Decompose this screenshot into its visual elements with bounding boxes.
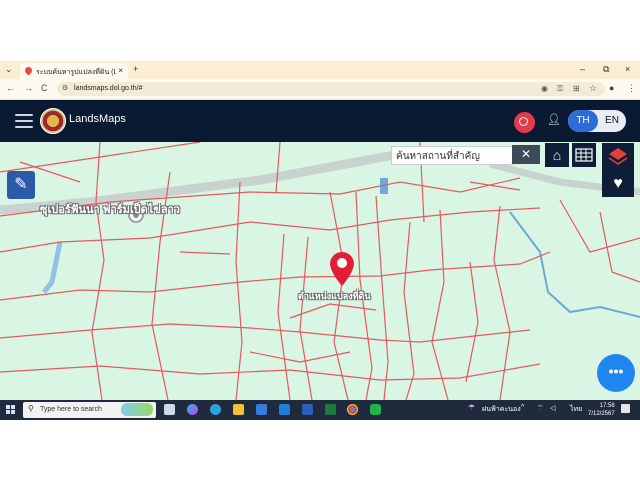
grid-layer-button[interactable] bbox=[572, 143, 596, 167]
search-highlight-image bbox=[121, 403, 153, 416]
more-options-button[interactable]: ••• bbox=[597, 354, 635, 392]
new-tab-button[interactable]: + bbox=[133, 64, 138, 74]
close-window-button[interactable]: × bbox=[625, 64, 630, 74]
file-explorer-icon[interactable] bbox=[233, 404, 244, 415]
map-pin-favicon-icon bbox=[23, 65, 34, 76]
browser-toolbar: ← → C ⚙ landsmaps.dol.go.th/# ◉ ⚿ ⊞ ☆ ● … bbox=[0, 79, 640, 100]
clock-time: 17:58 bbox=[599, 403, 615, 409]
lang-en-option[interactable]: EN bbox=[598, 110, 626, 132]
profile-icon[interactable]: ● bbox=[609, 83, 614, 93]
heart-icon: ♥ bbox=[613, 175, 623, 192]
measure-tools-button[interactable]: ✎ bbox=[7, 171, 35, 199]
address-bar[interactable]: ⚙ landsmaps.dol.go.th/# ◉ ⚿ ⊞ ☆ bbox=[57, 82, 605, 96]
browser-tab-strip: ⌄ ระบบค้นหารูปแปลงที่ดิน (LandsMa × + – … bbox=[0, 61, 640, 79]
department-seal-logo bbox=[40, 108, 66, 134]
language-switch[interactable]: TH EN bbox=[568, 110, 626, 132]
weather-icon[interactable]: ☂ bbox=[468, 403, 475, 412]
layers-icon bbox=[608, 148, 628, 165]
minimize-button[interactable]: – bbox=[580, 64, 585, 74]
browser-tab[interactable]: ระบบค้นหารูปแปลงที่ดิน (LandsMa × bbox=[20, 63, 128, 79]
lang-th-option[interactable]: TH bbox=[568, 110, 598, 132]
favorites-button[interactable]: ♥ bbox=[602, 170, 634, 197]
home-icon: ⌂ bbox=[552, 147, 562, 163]
clock-date: 7/12/2567 bbox=[588, 411, 615, 417]
tray-arrow-icon[interactable]: ^ bbox=[521, 404, 524, 411]
search-icon bbox=[519, 117, 528, 126]
excel-icon[interactable] bbox=[325, 404, 336, 415]
password-key-icon[interactable]: ⚿ bbox=[557, 84, 563, 94]
taskbar-search-placeholder: Type here to search bbox=[40, 406, 102, 413]
word-icon[interactable] bbox=[302, 404, 313, 415]
back-button[interactable]: ← bbox=[6, 83, 15, 93]
map-canvas[interactable]: ซุเปอร์ฟันนา ฟาร์มเป็ดไข่ลาว ตำแหน่งแปลง… bbox=[0, 142, 640, 400]
search-button[interactable] bbox=[514, 112, 535, 133]
notification-icon[interactable] bbox=[621, 404, 630, 413]
input-language[interactable]: ไทย bbox=[570, 404, 582, 415]
tab-close-icon[interactable]: × bbox=[118, 66, 123, 75]
site-info-icon[interactable]: ⚙ bbox=[62, 84, 68, 92]
line-app-icon[interactable] bbox=[370, 404, 381, 415]
app-header: LandsMaps bbox=[0, 100, 640, 142]
canal bbox=[42, 241, 63, 294]
chrome-icon[interactable] bbox=[347, 404, 358, 415]
network-icon[interactable]: ⌔ bbox=[537, 404, 544, 413]
taskbar-clock[interactable]: 17:58 7/12/2567 bbox=[588, 402, 615, 418]
place-search-input[interactable]: ค้นหาสถานที่สำคัญ bbox=[391, 146, 513, 165]
translate-icon[interactable]: ⊞ bbox=[573, 84, 580, 93]
maximize-button[interactable]: ⧉ bbox=[603, 64, 609, 75]
windows-start-icon[interactable] bbox=[6, 405, 15, 414]
chrome-menu-icon[interactable]: ⋮ bbox=[627, 83, 636, 94]
copilot-icon[interactable] bbox=[187, 404, 198, 415]
magnifier-icon: ⚲ bbox=[28, 404, 34, 413]
reload-button[interactable]: C bbox=[41, 83, 48, 93]
location-pin-icon bbox=[330, 252, 354, 286]
parcel-map bbox=[0, 142, 640, 400]
layers-button[interactable] bbox=[602, 143, 634, 170]
mail-icon[interactable] bbox=[279, 404, 290, 415]
url-text: landsmaps.dol.go.th/# bbox=[74, 85, 143, 92]
task-view-icon[interactable] bbox=[164, 404, 175, 415]
bookmark-star-icon[interactable]: ☆ bbox=[589, 83, 597, 94]
location-icon[interactable]: ◉ bbox=[541, 84, 548, 93]
user-icon[interactable]: 👤︎ bbox=[547, 113, 561, 126]
grid-icon bbox=[575, 148, 593, 162]
taskbar-search-input[interactable]: ⚲ Type here to search bbox=[23, 402, 156, 418]
edge-icon[interactable] bbox=[210, 404, 221, 415]
app-brand: LandsMaps bbox=[69, 113, 126, 125]
home-extent-button[interactable]: ⌂ bbox=[545, 143, 569, 167]
river bbox=[509, 211, 640, 318]
weather-text[interactable]: ฝนฟ้าคะนอง bbox=[482, 404, 521, 415]
ruler-pencil-icon: ✎ bbox=[14, 176, 28, 193]
tab-search-menu-icon[interactable]: ⌄ bbox=[5, 64, 13, 75]
store-icon[interactable] bbox=[256, 404, 267, 415]
parcel-marker-label: ตำแหน่งแปลงที่ดิน bbox=[298, 291, 371, 301]
place-search-placeholder: ค้นหาสถานที่สำคัญ bbox=[396, 151, 480, 162]
tab-title: ระบบค้นหารูปแปลงที่ดิน (LandsMa bbox=[36, 69, 116, 76]
clear-search-button[interactable]: ✕ bbox=[512, 145, 540, 164]
forward-button[interactable]: → bbox=[24, 83, 33, 93]
hamburger-menu-icon[interactable] bbox=[15, 114, 33, 128]
volume-icon[interactable]: ◁ bbox=[550, 404, 555, 412]
poi-label: ซุเปอร์ฟันนา ฟาร์มเป็ดไข่ลาว bbox=[40, 204, 180, 216]
